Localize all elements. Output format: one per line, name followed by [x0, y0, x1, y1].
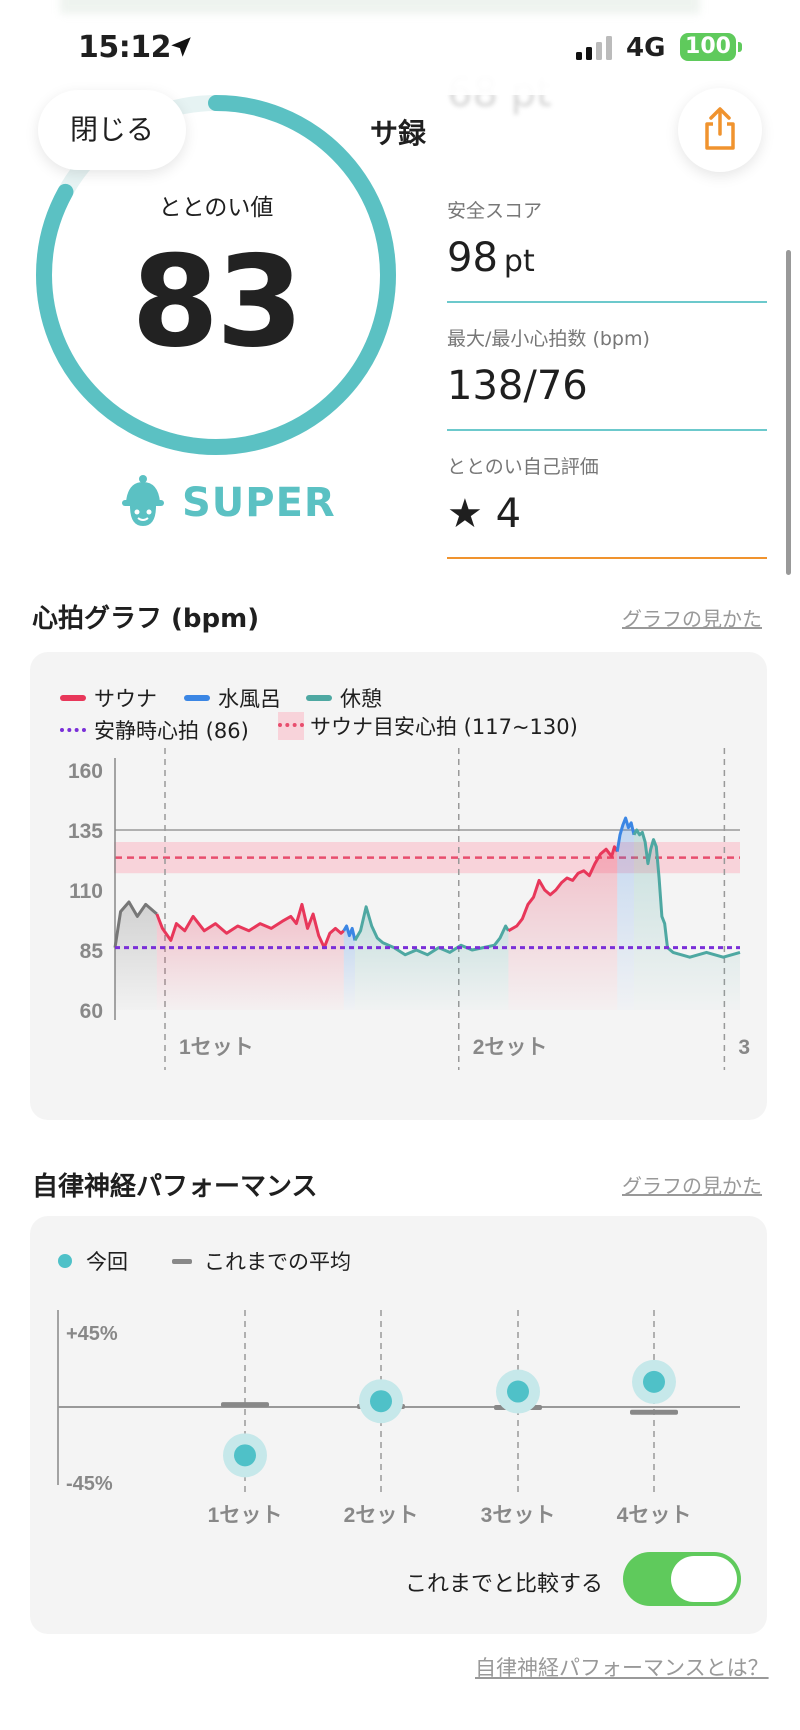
y-tick-label: 135: [68, 820, 103, 843]
category-label: 4セット: [617, 1504, 692, 1527]
stat-value: 98 pt: [447, 235, 767, 303]
battery-icon: 100: [680, 33, 736, 61]
rank-label: SUPER: [182, 480, 336, 526]
safety-score-unit: pt: [503, 244, 535, 279]
legend-label: これまでの平均: [204, 1250, 351, 1274]
heart-graph-help-link[interactable]: グラフの見かた: [622, 603, 762, 632]
score-value: 83: [131, 228, 303, 375]
toggle-knob: [671, 1556, 737, 1602]
y-tick-label: 110: [69, 880, 103, 903]
category-label: 1セット: [208, 1504, 283, 1527]
stat-label: 安全スコア: [447, 200, 543, 222]
y-tick-label: -45%: [66, 1473, 113, 1495]
water-area: [617, 818, 634, 1010]
legend-target-hr: サウナ目安心拍 (117~130): [278, 711, 578, 741]
heart-rate-chart: 160 135 110 85 60 1セット 2セット 3: [68, 748, 750, 1070]
sauna-swatch: [60, 695, 86, 701]
current-dot: [58, 1254, 72, 1268]
category-label: 3セット: [481, 1504, 556, 1527]
compare-toggle-label: これまでと比較する: [405, 1572, 604, 1597]
anp-help-link[interactable]: グラフの見かた: [622, 1170, 762, 1199]
network-type: 4G: [626, 33, 666, 63]
legend-label: サウナ: [94, 687, 157, 711]
safety-score-number: 98: [447, 235, 498, 281]
current-point[interactable]: [643, 1370, 665, 1393]
target-swatch: [278, 712, 304, 740]
safety-score: 安全スコア 98 pt: [447, 196, 767, 303]
stat-value: ★ 4: [447, 491, 767, 559]
share-icon: [705, 107, 735, 150]
status-time: 15:12: [78, 30, 172, 65]
heart-rate-range: 最大/最小心拍数 (bpm) 138/76: [447, 324, 767, 431]
anp-chart: +45% -45% 1セット 2セット 3セット 4セット: [57, 1310, 740, 1527]
legend-label: サウナ目安心拍 (117~130): [310, 715, 578, 739]
average-marker: [630, 1409, 678, 1415]
average-marker: [221, 1402, 269, 1408]
resting-swatch: [60, 728, 86, 732]
stat-label: 最大/最小心拍数 (bpm): [447, 328, 650, 350]
legend-average: これまでの平均: [172, 1246, 351, 1276]
set-label: 1セット: [179, 1036, 254, 1059]
legend-label: 水風呂: [218, 687, 281, 711]
legend-label: 今回: [86, 1250, 128, 1274]
current-point[interactable]: [507, 1380, 529, 1403]
stat-label: ととのい自己評価: [447, 456, 599, 478]
rest-area: [354, 906, 509, 1010]
compare-toggle[interactable]: [623, 1552, 741, 1606]
legend-rest: 休憩: [306, 683, 382, 713]
sauna-hat-mascot-icon: [122, 475, 164, 526]
page-title: サ録: [370, 117, 427, 150]
y-tick-label: 85: [80, 940, 104, 963]
y-tick-label: 60: [80, 1000, 103, 1023]
idle-area: [115, 902, 157, 1010]
notification-banner: [60, 0, 700, 14]
water-swatch: [184, 695, 210, 701]
stat-value: 138/76: [447, 363, 767, 431]
anp-title: 自律神経パフォーマンス: [32, 1172, 318, 1202]
location-arrow-icon: [171, 37, 191, 57]
share-button[interactable]: [678, 88, 762, 172]
y-tick-label: 160: [68, 760, 103, 783]
category-label: 2セット: [344, 1504, 419, 1527]
legend-water: 水風呂: [184, 683, 281, 713]
rest-swatch: [306, 695, 332, 701]
set-label: 2セット: [473, 1036, 548, 1059]
legend-current: 今回: [58, 1246, 128, 1276]
y-tick-label: +45%: [66, 1323, 118, 1345]
heart-graph-title: 心拍グラフ (bpm): [32, 604, 260, 634]
current-point[interactable]: [234, 1444, 256, 1467]
battery-tip: [738, 42, 742, 52]
average-dash: [172, 1258, 192, 1264]
score-label: ととのい値: [158, 195, 274, 221]
signal-icon: [576, 36, 612, 60]
status-bar: 15:12 4G 100: [0, 0, 800, 95]
legend-sauna: サウナ: [60, 683, 157, 713]
current-point[interactable]: [370, 1390, 392, 1413]
set-label: 3: [738, 1036, 750, 1059]
scrollbar[interactable]: [786, 250, 791, 575]
close-button[interactable]: 閉じる: [38, 90, 186, 170]
self-rating[interactable]: ととのい自己評価 ★ 4: [447, 452, 767, 559]
legend-label: 休憩: [340, 687, 382, 711]
anp-about-link[interactable]: 自律神経パフォーマンスとは？: [475, 1652, 769, 1682]
